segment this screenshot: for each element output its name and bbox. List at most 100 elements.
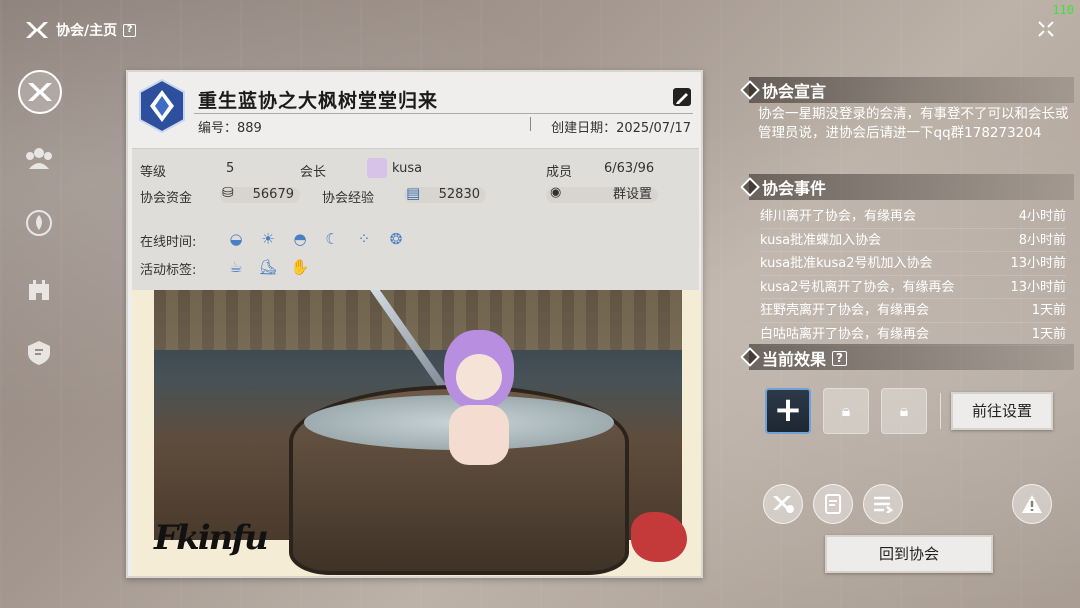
group-settings-label: 群设置 [612, 187, 652, 202]
shield-icon [28, 341, 50, 365]
list-item: kusa批准蝶加入协会 8小时前 [760, 229, 1066, 252]
declaration-title: 协会宣言 [762, 82, 827, 101]
locked-slot: 🔒︎ [823, 388, 869, 434]
leader-name[interactable]: kusa [392, 161, 422, 176]
events-list[interactable]: 绯川离开了协会，有缘再会 4小时前 kusa批准蝶加入协会 8小时前 kusa批准k… [760, 205, 1066, 346]
event-text: 绯川离开了协会，有缘再会 [760, 209, 917, 224]
boot-icon: ⛸ [258, 258, 278, 276]
castle-icon [29, 280, 49, 300]
exp-value: 52830 [438, 187, 480, 202]
lock-icon: 🔒︎ [899, 401, 909, 420]
list-item: 白咕咕离开了协会，有缘再会 1天前 [760, 323, 1066, 346]
meta-separator [530, 117, 531, 131]
event-text: kusa批准kusa2号机加入协会 [760, 256, 933, 271]
dots-icon: ⁘ [357, 230, 371, 248]
guild-emblem-icon [139, 78, 185, 134]
event-time: 4小时前 [1018, 209, 1066, 224]
top-breadcrumb-area: 协会/主页 ? [24, 20, 137, 40]
title-divider [194, 113, 693, 114]
photo-scene [154, 290, 682, 575]
event-time: 1天前 [1031, 326, 1066, 342]
events-title: 协会事件 [762, 179, 827, 198]
flame-icon [26, 210, 52, 236]
locked-slot: 🔒︎ [881, 388, 927, 434]
coin-icon: ⛁ [222, 185, 234, 201]
nav-activity[interactable] [18, 202, 60, 244]
nav-shield[interactable] [18, 332, 60, 374]
nav-members[interactable] [18, 137, 60, 179]
ring-dots-icon: ❂ [389, 230, 403, 248]
group-settings-button[interactable]: 群设置 [546, 187, 658, 203]
effects-title: 当前效果 ? [762, 346, 848, 370]
stats-panel: 等级 5 会长 kusa 成员 6/63/96 协会资金 56679 ⛁ 协会经… [132, 148, 699, 290]
created-date: 创建日期：2025/07/17 [551, 121, 691, 136]
list-button[interactable] [863, 484, 903, 524]
event-text: kusa2号机离开了协会，有缘再会 [760, 279, 955, 295]
signature: Fkinfu [154, 518, 269, 558]
sunset-icon: ◓ [293, 230, 307, 248]
character-face [456, 354, 502, 400]
list-item: 狂野壳离开了协会，有缘再会 1天前 [760, 299, 1066, 323]
members-icon [26, 148, 52, 169]
add-effect-button[interactable]: + [765, 388, 811, 434]
sticker-stamp [631, 512, 687, 562]
guild-name: 重生蓝协之大枫树堂堂归来 [198, 90, 439, 112]
fps-counter: 110 [1052, 3, 1074, 17]
effects-title-label: 当前效果 [762, 350, 827, 369]
breadcrumb: 协会/主页 [56, 23, 118, 39]
nav-guild-home[interactable] [18, 70, 62, 114]
event-time: 13小时前 [1010, 279, 1066, 295]
members-label: 成员 [546, 165, 573, 180]
collapse-icon[interactable] [1036, 20, 1056, 40]
activity-tags-label: 活动标签: [140, 263, 197, 278]
guild-logo-icon [26, 22, 48, 38]
online-time-label: 在线时间: [140, 235, 197, 250]
shelf [154, 290, 682, 350]
event-time: 1天前 [1031, 303, 1066, 318]
left-nav [18, 70, 62, 374]
list-item: kusa批准kusa2号机加入协会 13小时前 [760, 252, 1066, 276]
handshake-icon: ✋ [290, 258, 310, 276]
event-text: 白咕咕离开了协会，有缘再会 [760, 326, 930, 342]
funds-label: 协会资金 [140, 191, 193, 206]
exp-label: 协会经验 [322, 191, 375, 206]
list-icon [874, 496, 894, 513]
guild-photo[interactable]: Fkinfu [132, 290, 701, 576]
help-icon[interactable]: ? [123, 23, 137, 37]
list-item: kusa2号机离开了协会，有缘再会 13小时前 [760, 276, 1066, 299]
report-button[interactable] [1012, 484, 1052, 524]
cup-icon: ☕ [229, 258, 243, 276]
event-time: 13小时前 [1010, 256, 1066, 271]
nav-building[interactable] [18, 267, 60, 309]
notice-button[interactable] [813, 484, 853, 524]
moon-icon: ☾ [325, 230, 339, 248]
sunrise-icon: ◒ [229, 230, 243, 248]
leader-avatar[interactable] [367, 158, 387, 178]
activity-tag-icons: ☕ ⛸ ✋ [226, 257, 310, 277]
effects-divider [940, 393, 941, 429]
qq-icon: ◉ [550, 185, 562, 200]
guild-card: 重生蓝协之大枫树堂堂归来 编号：889 创建日期：2025/07/17 等级 5… [126, 70, 703, 578]
guild-manage-button[interactable] [763, 484, 803, 524]
level-label: 等级 [140, 165, 167, 180]
guild-id: 编号：889 [198, 121, 262, 136]
event-text: kusa批准蝶加入协会 [760, 232, 882, 248]
declaration-text: 协会一星期没登录的会清，有事登不了可以和会长或管理员说，进协会后请进一下qq群1… [758, 106, 1069, 141]
sun-icon: ☀ [261, 230, 275, 248]
level-value: 5 [226, 161, 235, 176]
document-badge-icon [825, 494, 841, 514]
goto-settings-button[interactable]: 前往设置 [951, 392, 1053, 430]
leader-label: 会长 [300, 165, 327, 180]
effects-help-icon[interactable]: ? [832, 350, 848, 366]
members-value: 6/63/96 [604, 161, 655, 176]
guild-icon [28, 83, 52, 101]
exp-book-icon: ▤ [406, 184, 421, 202]
online-time-icons: ◒ ☀ ◓ ☾ ⁘ ❂ [226, 229, 406, 249]
guild-settings-icon [773, 496, 794, 513]
event-text: 狂野壳离开了协会，有缘再会 [760, 303, 930, 318]
edit-icon[interactable] [673, 88, 691, 106]
event-time: 8小时前 [1018, 232, 1066, 248]
funds-value: 56679 [252, 187, 294, 202]
lock-icon: 🔒︎ [841, 401, 851, 420]
back-to-guild-button[interactable]: 回到协会 [825, 535, 993, 573]
